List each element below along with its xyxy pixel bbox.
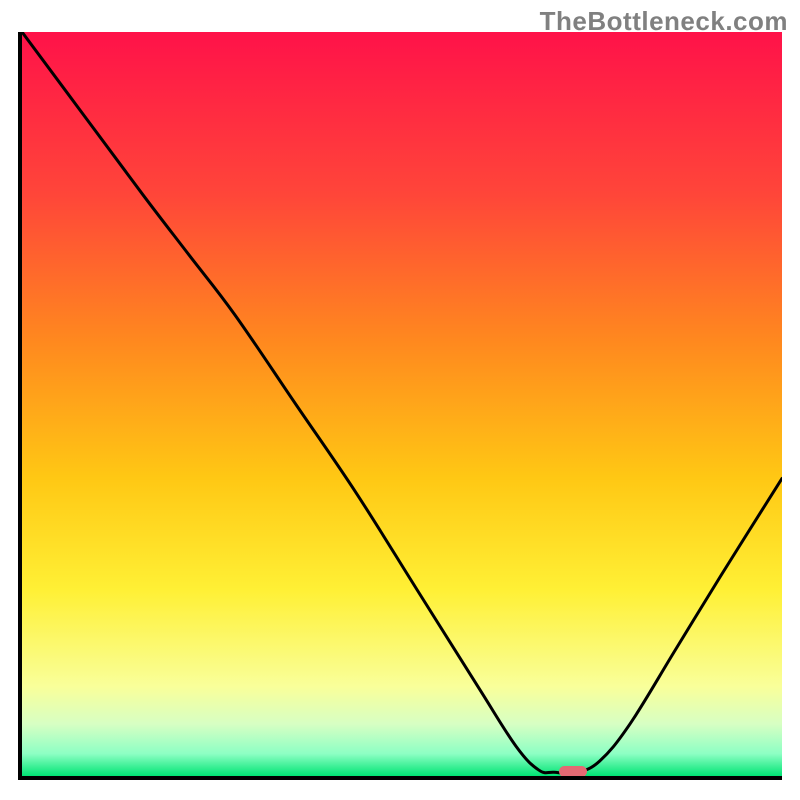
chart-container: TheBottleneck.com [0, 0, 800, 800]
plot-area [18, 32, 782, 780]
watermark-text: TheBottleneck.com [540, 6, 788, 37]
gradient-background [22, 32, 782, 776]
optimum-marker [559, 766, 586, 776]
